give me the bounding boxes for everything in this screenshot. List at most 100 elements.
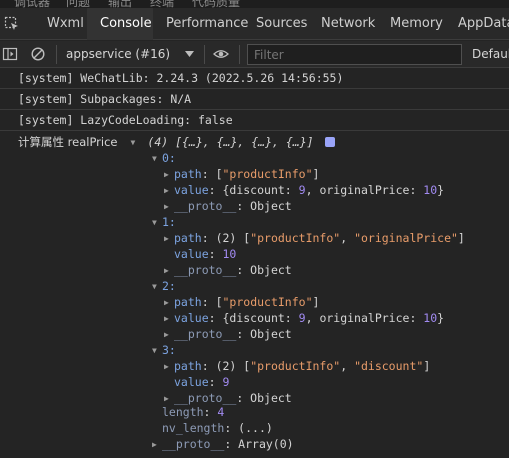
- context-selector[interactable]: appservice (#16): [66, 41, 170, 68]
- property-value: }: [437, 311, 445, 325]
- array-item-1[interactable]: ▼ 1:: [152, 214, 176, 230]
- expand-arrow-icon[interactable]: ▶: [164, 359, 174, 375]
- panel-tab-terminal[interactable]: 终端: [150, 0, 174, 8]
- eye-icon[interactable]: [213, 46, 229, 62]
- property-value: "discount": [354, 359, 424, 373]
- property-value: 10: [423, 311, 438, 325]
- info-icon[interactable]: [324, 137, 335, 147]
- expand-arrow-icon[interactable]: ▼: [152, 215, 162, 231]
- property-value[interactable]: (...): [238, 421, 273, 435]
- system-message: [system] WeChatLib: 2.24.3 (2022.5.26 14…: [0, 68, 509, 89]
- property-value: "productInfo": [250, 359, 341, 373]
- tab-wxml[interactable]: Wxml: [38, 8, 93, 40]
- tree-row-proto[interactable]: ▶ __proto__: Object: [164, 198, 292, 214]
- expand-arrow-icon[interactable]: ▶: [164, 295, 174, 311]
- expand-arrow-icon[interactable]: ▶: [164, 231, 174, 247]
- tree-row-value[interactable]: ▶ value: {discount: 9, originalPrice: 10}: [164, 182, 444, 198]
- property-key: __proto__: [174, 199, 237, 213]
- property-key: value: [174, 375, 209, 389]
- log-label: 计算属性 realPrice: [18, 135, 118, 149]
- array-item-0[interactable]: ▼ 0:: [152, 150, 176, 166]
- property-value: [: [215, 167, 223, 181]
- array-index: 1:: [162, 215, 176, 229]
- tree-row-proto[interactable]: ▶ __proto__: Object: [164, 262, 292, 278]
- panel-tab-code-quality[interactable]: 代码质量: [192, 0, 240, 8]
- property-key: nv_length: [162, 421, 225, 435]
- property-value: ,: [340, 359, 355, 373]
- property-key: __proto__: [174, 263, 237, 277]
- property-value: Array(0): [238, 437, 294, 451]
- tab-network[interactable]: Network: [321, 8, 375, 40]
- property-key: value: [174, 183, 209, 197]
- property-key: __proto__: [174, 327, 237, 341]
- property-key: __proto__: [162, 437, 225, 451]
- tree-row-nv-length: nv_length: (...): [162, 421, 273, 435]
- tree-row-value: value: 10: [174, 247, 237, 261]
- property-value: ]: [312, 295, 320, 309]
- expand-arrow-icon[interactable]: ▼: [130, 135, 140, 151]
- property-value: 10: [222, 247, 237, 261]
- show-sidebar-icon[interactable]: [2, 46, 18, 62]
- property-value: 9: [298, 183, 306, 197]
- expand-arrow-icon[interactable]: ▶: [164, 263, 174, 279]
- tree-row-path[interactable]: ▶ path: ["productInfo"]: [164, 294, 319, 310]
- expand-arrow-icon[interactable]: ▶: [164, 183, 174, 199]
- log-entry: 计算属性 realPrice ▼ (4) [{…}, {…}, {…}, {…}…: [18, 134, 335, 150]
- property-value: "originalPrice": [354, 231, 458, 245]
- property-value: [: [215, 295, 223, 309]
- system-message: [system] LazyCodeLoading: false: [0, 110, 509, 131]
- filter-input[interactable]: [247, 44, 462, 65]
- array-index: 0:: [162, 151, 176, 165]
- tree-row-path[interactable]: ▶ path: (2) ["productInfo", "originalPric…: [164, 230, 465, 246]
- property-value: Object: [250, 391, 292, 405]
- property-value: (2) [: [215, 359, 251, 373]
- property-value: 9: [298, 311, 306, 325]
- property-key: length: [162, 405, 204, 419]
- array-item-2[interactable]: ▼ 2:: [152, 278, 176, 294]
- property-key: path: [174, 359, 202, 373]
- log-levels-dropdown[interactable]: Default: [472, 41, 509, 68]
- inspect-element-icon[interactable]: [4, 16, 20, 32]
- panel-tab-debugger[interactable]: 调试器: [14, 0, 50, 8]
- property-key: path: [174, 231, 202, 245]
- devtools-tab-bar: Wxml Console Performance Sources Network…: [0, 8, 509, 40]
- expand-arrow-icon[interactable]: ▼: [152, 279, 162, 295]
- array-summary[interactable]: (4) [{…}, {…}, {…}, {…}]: [147, 135, 313, 149]
- tree-row-value[interactable]: ▶ value: {discount: 9, originalPrice: 10}: [164, 310, 444, 326]
- expand-arrow-icon[interactable]: ▶: [164, 199, 174, 215]
- property-value: ]: [457, 231, 465, 245]
- toolbar-divider: [204, 45, 205, 64]
- array-index: 3:: [162, 343, 176, 357]
- tree-row-path[interactable]: ▶ path: (2) ["productInfo", "discount"]: [164, 358, 430, 374]
- tree-row-proto[interactable]: ▶ __proto__: Object: [164, 326, 292, 342]
- expand-arrow-icon[interactable]: ▶: [164, 311, 174, 327]
- array-item-3[interactable]: ▼ 3:: [152, 342, 176, 358]
- toolbar-divider: [239, 45, 240, 64]
- tree-row-length: length: 4: [162, 405, 225, 419]
- chevron-down-icon[interactable]: [185, 51, 194, 57]
- tab-appdata[interactable]: AppData: [458, 8, 509, 40]
- console-output: [system] WeChatLib: 2.24.3 (2022.5.26 14…: [0, 68, 509, 458]
- panel-tab-problems[interactable]: 问题: [66, 0, 90, 8]
- property-value: , originalPrice:: [305, 183, 424, 197]
- tree-row-proto[interactable]: ▶ __proto__: Array(0): [152, 436, 294, 452]
- property-value: 9: [222, 375, 230, 389]
- property-value: {discount:: [222, 311, 299, 325]
- tab-console[interactable]: Console: [87, 8, 153, 40]
- tree-row-path[interactable]: ▶ path: ["productInfo"]: [164, 166, 319, 182]
- property-value: (2) [: [215, 231, 251, 245]
- bottom-panel-tabs: 调试器 问题 输出 终端 代码质量: [0, 0, 509, 8]
- tab-memory[interactable]: Memory: [390, 8, 443, 40]
- tab-sources[interactable]: Sources: [256, 8, 307, 40]
- tab-performance[interactable]: Performance: [166, 8, 248, 40]
- expand-arrow-icon[interactable]: ▼: [152, 151, 162, 167]
- expand-arrow-icon[interactable]: ▶: [152, 437, 162, 453]
- tree-row-value: value: 9: [174, 375, 230, 389]
- panel-tab-output[interactable]: 输出: [108, 0, 132, 8]
- property-value: 10: [423, 183, 438, 197]
- property-value: , originalPrice:: [305, 311, 424, 325]
- clear-console-icon[interactable]: [30, 46, 46, 62]
- expand-arrow-icon[interactable]: ▼: [152, 343, 162, 359]
- expand-arrow-icon[interactable]: ▶: [164, 167, 174, 183]
- expand-arrow-icon[interactable]: ▶: [164, 327, 174, 343]
